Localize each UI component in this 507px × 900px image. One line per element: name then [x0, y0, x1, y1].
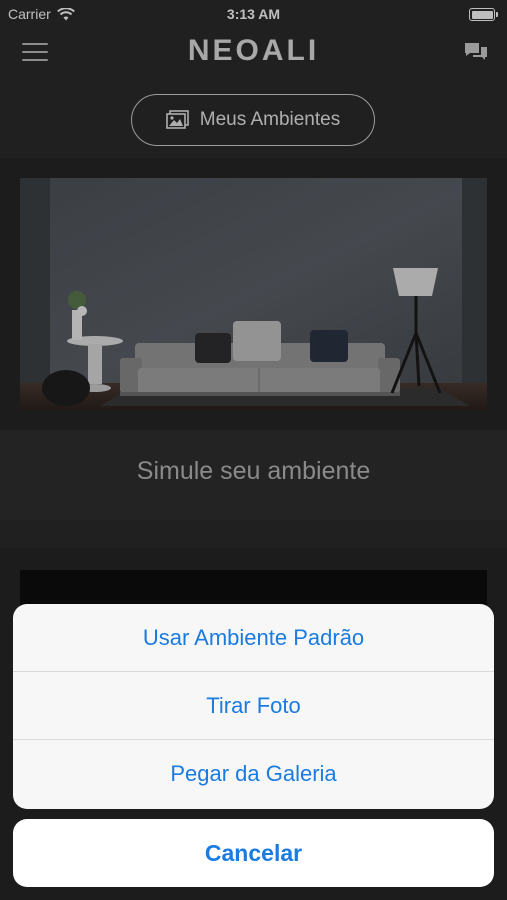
usar-ambiente-padrao-option[interactable]: Usar Ambiente Padrão — [13, 604, 494, 672]
tirar-foto-option[interactable]: Tirar Foto — [13, 672, 494, 740]
pegar-da-galeria-option[interactable]: Pegar da Galeria — [13, 740, 494, 808]
cancel-button[interactable]: Cancelar — [13, 819, 494, 887]
action-sheet: Usar Ambiente Padrão Tirar Foto Pegar da… — [13, 604, 494, 809]
